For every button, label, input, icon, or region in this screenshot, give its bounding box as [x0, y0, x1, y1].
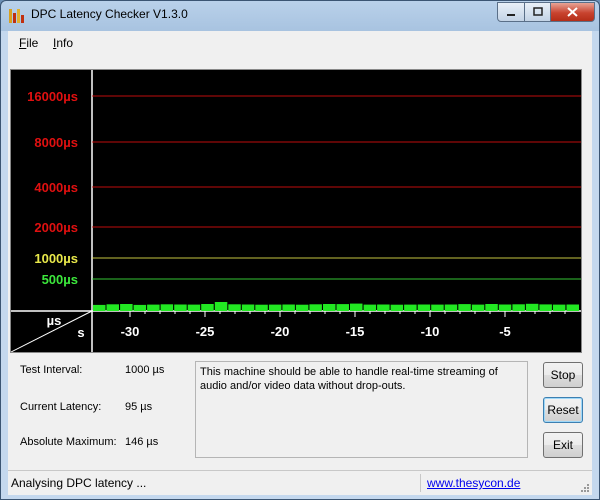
latency-bar — [350, 303, 363, 311]
latency-bar — [525, 303, 539, 311]
latency-bar — [201, 304, 214, 311]
maximize-icon — [532, 7, 543, 16]
latency-bar — [552, 304, 566, 311]
minimize-icon — [507, 14, 515, 16]
menu-file-label: ile — [26, 36, 39, 50]
title-bar[interactable]: DPC Latency Checker V1.3.0 — [1, 1, 599, 31]
app-icon — [9, 9, 25, 23]
time-tick-label: -25 — [196, 324, 215, 339]
latency-bar — [187, 304, 201, 311]
latency-graph-canvas: µs s 16000µs 8000µs 4000µs 2000µs 1000µs 500µ… — [11, 70, 581, 352]
latency-bar — [174, 304, 187, 311]
time-tick-label: -30 — [121, 324, 140, 339]
latency-bar — [133, 304, 147, 311]
latency-bar — [147, 304, 160, 311]
stop-button[interactable]: Stop — [543, 362, 583, 388]
time-tick-label: -5 — [499, 324, 511, 339]
test-interval-label: Test Interval: — [20, 364, 83, 376]
latency-bar — [404, 304, 417, 311]
maximize-button[interactable] — [525, 2, 551, 22]
latency-bar — [228, 304, 241, 311]
latency-bar — [390, 304, 404, 311]
latency-bar — [377, 304, 390, 311]
latency-bar — [120, 304, 133, 311]
absolute-maximum-value: 146 µs — [125, 436, 159, 448]
latency-bar — [458, 304, 471, 311]
latency-axis-label: 2000µs — [34, 220, 78, 235]
latency-graph: µs s 16000µs 8000µs 4000µs 2000µs 1000µs 500µ… — [10, 69, 582, 353]
latency-bar — [471, 304, 485, 311]
latency-bar — [539, 304, 552, 311]
current-latency-value: 95 µs — [125, 401, 153, 413]
time-tick-label: -10 — [421, 324, 440, 339]
menu-info-label: nfo — [56, 36, 74, 50]
latency-bar — [295, 304, 309, 311]
latency-bar — [106, 304, 119, 311]
menu-info[interactable]: Info — [53, 36, 73, 50]
status-message-box: This machine should be able to handle re… — [195, 361, 528, 458]
latency-bar — [512, 304, 525, 311]
y-unit-label: µs — [47, 313, 62, 328]
close-icon — [567, 7, 578, 17]
latency-axis-label: 500µs — [42, 272, 78, 287]
close-button[interactable] — [551, 2, 595, 22]
latency-bar — [444, 304, 458, 311]
latency-bar — [323, 304, 336, 311]
menu-bar: File Info — [8, 31, 592, 53]
latency-bar — [214, 302, 228, 311]
minimize-button[interactable] — [497, 2, 525, 22]
x-unit-label: s — [77, 325, 84, 340]
menu-file[interactable]: File — [19, 36, 38, 50]
latency-axis-label: 8000µs — [34, 135, 78, 150]
latency-bar — [498, 304, 512, 311]
latency-bar — [485, 304, 498, 311]
window-title: DPC Latency Checker V1.3.0 — [31, 7, 188, 21]
status-bar: Analysing DPC latency ... www.thesycon.d… — [8, 470, 592, 495]
website-link[interactable]: www.thesycon.de — [427, 476, 520, 490]
latency-bar — [282, 304, 295, 311]
latency-bar — [417, 304, 431, 311]
latency-bar — [241, 304, 255, 311]
resize-grip-icon[interactable] — [580, 483, 590, 493]
current-latency-label: Current Latency: — [20, 401, 102, 413]
status-text: Analysing DPC latency ... — [11, 476, 147, 490]
latency-bar — [93, 304, 106, 311]
absolute-maximum-label: Absolute Maximum: — [20, 436, 117, 448]
client-area: File Info µs s 16000µs 8000µs 4000µs 2000µs… — [8, 31, 592, 495]
latency-bar — [431, 304, 444, 311]
latency-bar — [566, 304, 579, 311]
latency-bar — [255, 304, 268, 311]
status-separator — [420, 474, 421, 492]
latency-bar — [309, 304, 322, 311]
latency-axis-label: 1000µs — [34, 251, 78, 266]
time-tick-label: -20 — [271, 324, 290, 339]
test-interval-value: 1000 µs — [125, 364, 165, 376]
latency-axis-label: 16000µs — [27, 89, 78, 104]
exit-button[interactable]: Exit — [543, 432, 583, 458]
latency-bar — [363, 304, 377, 311]
time-tick-label: -15 — [346, 324, 365, 339]
reset-button[interactable]: Reset — [543, 397, 583, 423]
app-window: DPC Latency Checker V1.3.0 File Info µs — [0, 0, 600, 500]
latency-bar — [268, 304, 282, 311]
latency-bar — [160, 304, 174, 311]
latency-bar — [336, 304, 349, 311]
latency-axis-label: 4000µs — [34, 180, 78, 195]
